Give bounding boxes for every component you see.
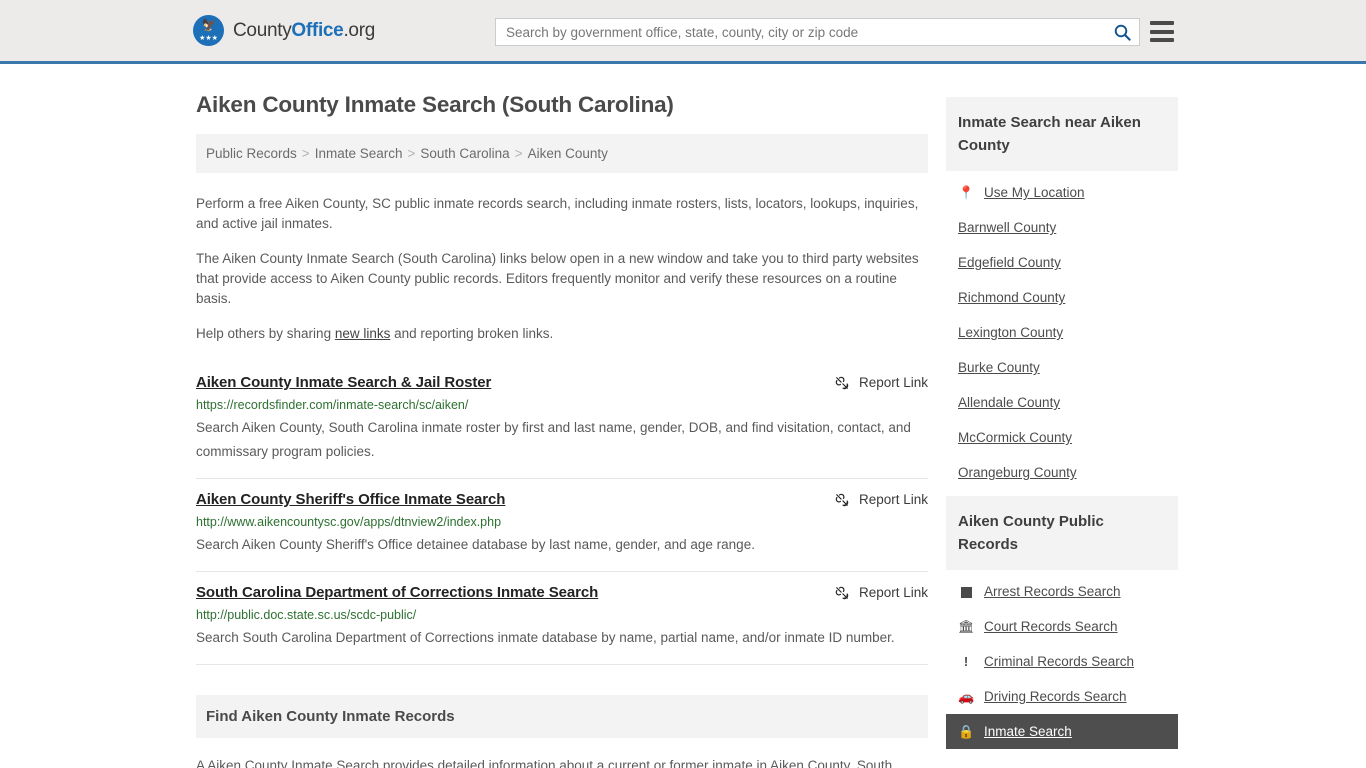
hamburger-menu-icon[interactable] bbox=[1150, 21, 1174, 42]
result-description: Search Aiken County, South Carolina inma… bbox=[196, 420, 911, 459]
sidebar-link-label[interactable]: Inmate Search bbox=[984, 724, 1072, 739]
public-records-list: Arrest Records Search 🏛 Court Records Se… bbox=[946, 570, 1178, 749]
sidebar-item-inmate-search[interactable]: 🔒 Inmate Search bbox=[946, 714, 1178, 749]
sidebar-link-label[interactable]: Richmond County bbox=[958, 290, 1065, 305]
brand-wordmark: CountyOffice.org bbox=[233, 20, 375, 42]
sidebar-link-label[interactable]: Driving Records Search bbox=[984, 689, 1127, 704]
car-icon: 🚗 bbox=[958, 689, 975, 704]
page-title: Aiken County Inmate Search (South Caroli… bbox=[196, 92, 674, 117]
public-records-box: Aiken County Public Records Arrest Recor… bbox=[946, 496, 1178, 749]
result-title-link[interactable]: South Carolina Department of Corrections… bbox=[196, 584, 598, 601]
report-link-label: Report Link bbox=[858, 492, 928, 507]
nearby-list: 📍 Use My Location Barnwell County Edgefi… bbox=[946, 171, 1178, 490]
brand-part-org: .org bbox=[343, 19, 375, 41]
sidebar-item-lexington-county[interactable]: Lexington County bbox=[946, 315, 1178, 350]
result-url[interactable]: http://www.aikencountysc.gov/apps/dtnvie… bbox=[196, 515, 928, 529]
sidebar-link-label[interactable]: McCormick County bbox=[958, 430, 1072, 445]
fingerprint-square-icon bbox=[958, 585, 974, 599]
breadcrumb-separator: > bbox=[514, 146, 523, 161]
result-description: Search Aiken County Sheriff's Office det… bbox=[196, 537, 755, 552]
intro-p3-after: and reporting broken links. bbox=[390, 326, 554, 341]
page-body: Aiken County Inmate Search (South Caroli… bbox=[0, 64, 1366, 768]
sidebar-item-arrest-records-search[interactable]: Arrest Records Search bbox=[946, 574, 1178, 609]
result-url[interactable]: https://recordsfinder.com/inmate-search/… bbox=[196, 398, 928, 412]
broken-link-icon bbox=[835, 586, 849, 599]
sidebar-link-label[interactable]: Criminal Records Search bbox=[984, 654, 1134, 669]
sidebar-link-label[interactable]: Court Records Search bbox=[984, 619, 1118, 634]
broken-link-icon bbox=[835, 493, 849, 506]
site-header: 🦅 ★★★ CountyOffice.org bbox=[0, 0, 1366, 64]
result-title-link[interactable]: Aiken County Sheriff's Office Inmate Sea… bbox=[196, 491, 505, 508]
search-button[interactable] bbox=[1105, 19, 1139, 45]
search-input[interactable] bbox=[496, 24, 1105, 40]
sidebar-item-barnwell-county[interactable]: Barnwell County bbox=[946, 210, 1178, 245]
sidebar-link-label[interactable]: Lexington County bbox=[958, 325, 1063, 340]
report-link-button[interactable]: Report Link bbox=[835, 491, 928, 507]
report-link-button[interactable]: Report Link bbox=[835, 584, 928, 600]
intro-paragraph-3: Help others by sharing new links and rep… bbox=[196, 324, 928, 344]
public-records-heading: Aiken County Public Records bbox=[946, 496, 1178, 570]
search-bar[interactable] bbox=[495, 18, 1140, 46]
intro-p3-before: Help others by sharing bbox=[196, 326, 335, 341]
find-records-heading: Find Aiken County Inmate Records bbox=[196, 695, 928, 738]
sidebar: Inmate Search near Aiken County 📍 Use My… bbox=[946, 64, 1178, 768]
sidebar-item-criminal-records-search[interactable]: ! Criminal Records Search bbox=[946, 644, 1178, 679]
site-logo-link[interactable]: 🦅 ★★★ CountyOffice.org bbox=[193, 15, 375, 46]
main-content: Aiken County Inmate Search (South Caroli… bbox=[196, 64, 928, 768]
location-pin-icon: 📍 bbox=[958, 185, 975, 200]
brand-part-county: County bbox=[233, 19, 292, 41]
find-records-section: Find Aiken County Inmate Records A Aiken… bbox=[196, 695, 928, 768]
breadcrumb-item-aiken-county[interactable]: Aiken County bbox=[528, 146, 608, 161]
sidebar-item-orangeburg-county[interactable]: Orangeburg County bbox=[946, 455, 1178, 490]
sidebar-item-allendale-county[interactable]: Allendale County bbox=[946, 385, 1178, 420]
hamburger-bar bbox=[1150, 38, 1174, 42]
nearby-heading: Inmate Search near Aiken County bbox=[946, 97, 1178, 171]
sidebar-item-edgefield-county[interactable]: Edgefield County bbox=[946, 245, 1178, 280]
sidebar-item-burke-county[interactable]: Burke County bbox=[946, 350, 1178, 385]
nearby-inmate-search-box: Inmate Search near Aiken County 📍 Use My… bbox=[946, 97, 1178, 490]
brand-part-office: Office bbox=[291, 19, 344, 41]
courthouse-icon: 🏛 bbox=[958, 619, 975, 634]
breadcrumb-item-inmate-search[interactable]: Inmate Search bbox=[315, 146, 403, 161]
result-url[interactable]: http://public.doc.state.sc.us/scdc-publi… bbox=[196, 608, 928, 622]
sidebar-item-use-my-location[interactable]: 📍 Use My Location bbox=[946, 175, 1178, 210]
sidebar-link-label[interactable]: Barnwell County bbox=[958, 220, 1056, 235]
broken-link-icon bbox=[835, 376, 849, 389]
search-icon bbox=[1114, 24, 1131, 41]
countyoffice-logo-icon: 🦅 ★★★ bbox=[193, 15, 224, 46]
result-title-link[interactable]: Aiken County Inmate Search & Jail Roster bbox=[196, 374, 491, 391]
report-link-label: Report Link bbox=[858, 375, 928, 390]
breadcrumb-separator: > bbox=[301, 146, 310, 161]
result-item: Aiken County Sheriff's Office Inmate Sea… bbox=[196, 479, 928, 572]
sidebar-link-label[interactable]: Arrest Records Search bbox=[984, 584, 1121, 599]
sidebar-item-driving-records-search[interactable]: 🚗 Driving Records Search bbox=[946, 679, 1178, 714]
sidebar-link-label[interactable]: Burke County bbox=[958, 360, 1040, 375]
sidebar-link-label[interactable]: Orangeburg County bbox=[958, 465, 1077, 480]
report-link-button[interactable]: Report Link bbox=[835, 374, 928, 390]
sidebar-item-mccormick-county[interactable]: McCormick County bbox=[946, 420, 1178, 455]
sidebar-link-label[interactable]: Allendale County bbox=[958, 395, 1060, 410]
result-item: South Carolina Department of Corrections… bbox=[196, 572, 928, 665]
intro-paragraph-2: The Aiken County Inmate Search (South Ca… bbox=[196, 251, 919, 306]
hamburger-bar bbox=[1150, 21, 1174, 25]
new-links-link[interactable]: new links bbox=[335, 326, 391, 341]
find-records-body: A Aiken County Inmate Search provides de… bbox=[196, 758, 893, 768]
result-description: Search South Carolina Department of Corr… bbox=[196, 630, 895, 645]
breadcrumb-separator: > bbox=[407, 146, 416, 161]
intro-paragraph-1: Perform a free Aiken County, SC public i… bbox=[196, 196, 919, 231]
breadcrumb: Public Records > Inmate Search > South Carol… bbox=[196, 134, 928, 173]
result-item: Aiken County Inmate Search & Jail Roster… bbox=[196, 362, 928, 479]
sidebar-item-court-records-search[interactable]: 🏛 Court Records Search bbox=[946, 609, 1178, 644]
report-link-label: Report Link bbox=[858, 585, 928, 600]
breadcrumb-item-south-carolina[interactable]: South Carolina bbox=[420, 146, 509, 161]
results-list: Aiken County Inmate Search & Jail Roster… bbox=[196, 362, 928, 665]
inmate-icon: 🔒 bbox=[958, 724, 975, 739]
sidebar-link-label[interactable]: Edgefield County bbox=[958, 255, 1061, 270]
sidebar-link-label[interactable]: Use My Location bbox=[984, 185, 1085, 200]
intro-text: Perform a free Aiken County, SC public i… bbox=[196, 194, 928, 344]
breadcrumb-item-public-records[interactable]: Public Records bbox=[206, 146, 297, 161]
hamburger-bar bbox=[1150, 29, 1174, 34]
exclamation-icon: ! bbox=[963, 654, 969, 669]
sidebar-item-richmond-county[interactable]: Richmond County bbox=[946, 280, 1178, 315]
